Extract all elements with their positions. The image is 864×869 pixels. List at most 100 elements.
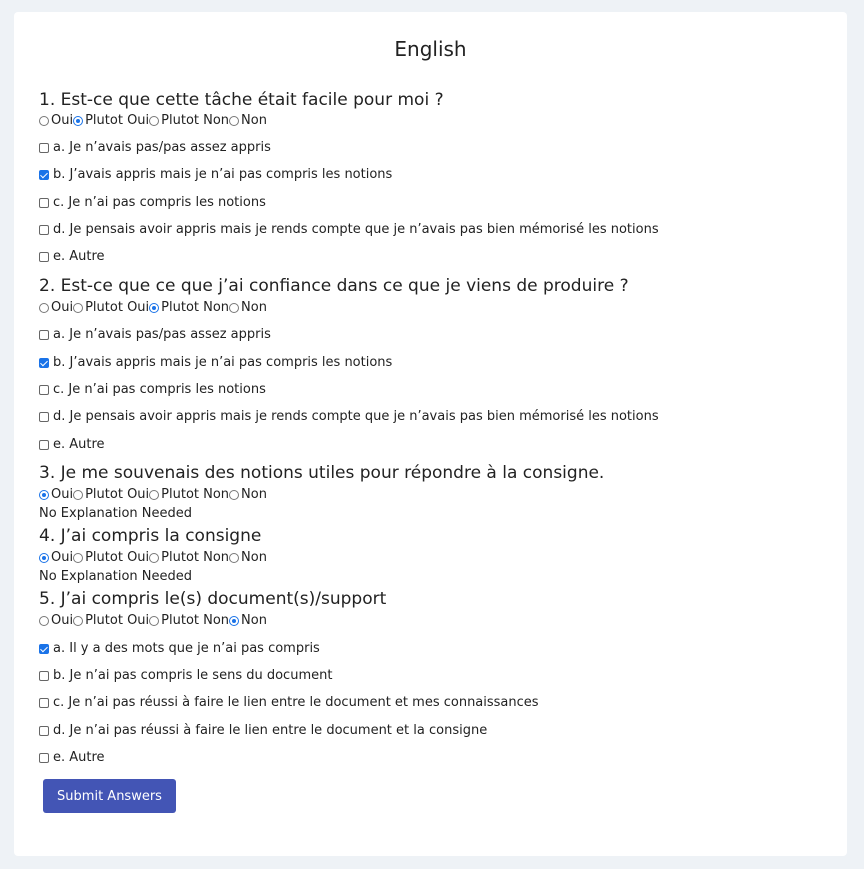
q3-radio-oui[interactable] — [39, 490, 49, 500]
q3-radio-plutot-non[interactable] — [149, 490, 160, 500]
q2-reason-b: b. J’avais appris mais je n’ai pas compr… — [39, 354, 392, 372]
q5-label-plutot-oui: Plutot Oui — [85, 613, 150, 628]
q5-reason-d-label: d. Je n’ai pas réussi à faire le lien en… — [53, 723, 488, 738]
q5-radio-non[interactable] — [229, 616, 240, 626]
q1-reason-e-label: e. Autre — [53, 249, 105, 264]
q2-reason-d: d. Je pensais avoir appris mais je rends… — [39, 408, 659, 426]
q5-checkbox-e[interactable] — [39, 753, 49, 763]
q1-reason-a-label: a. Je n’avais pas/pas assez appris — [53, 140, 271, 155]
q4-radio-non[interactable] — [229, 553, 240, 563]
question-5-options: Oui Plutot Oui Plutot Non Non — [39, 612, 267, 630]
q1-reason-c-label: c. Je n’ai pas compris les notions — [53, 195, 266, 210]
q4-explanation: No Explanation Needed — [39, 569, 193, 584]
q1-reason-b-label: b. J’avais appris mais je n’ai pas compr… — [53, 167, 393, 182]
q5-checkbox-c[interactable] — [39, 698, 49, 708]
q3-radio-plutot-oui[interactable] — [73, 490, 84, 500]
page-title: English — [394, 37, 467, 61]
q5-reason-a: a. Il y a des mots que je n’ai pas compr… — [39, 640, 320, 658]
q4-label-non: Non — [241, 550, 267, 565]
q5-reason-e: e. Autre — [39, 749, 105, 767]
q5-reason-e-label: e. Autre — [53, 750, 105, 765]
q1-reason-a: a. Je n’avais pas/pas assez appris — [39, 139, 271, 157]
q3-radio-non[interactable] — [229, 490, 240, 500]
survey-card: English 1. Est-ce que cette tâche était … — [14, 12, 847, 856]
q2-reason-d-label: d. Je pensais avoir appris mais je rends… — [53, 409, 659, 424]
q1-radio-oui[interactable] — [39, 116, 49, 126]
q4-radio-plutot-non[interactable] — [149, 553, 160, 563]
q2-radio-non[interactable] — [229, 303, 240, 313]
q3-explanation: No Explanation Needed — [39, 506, 193, 521]
q5-checkbox-a[interactable] — [39, 644, 49, 654]
question-2-options: Oui Plutot Oui Plutot Non Non — [39, 299, 267, 317]
q5-reason-d: d. Je n’ai pas réussi à faire le lien en… — [39, 722, 487, 740]
q3-label-plutot-non: Plutot Non — [161, 487, 230, 502]
q5-reason-b: b. Je n’ai pas compris le sens du docume… — [39, 667, 332, 685]
q3-label-plutot-oui: Plutot Oui — [85, 487, 150, 502]
q2-checkbox-e[interactable] — [39, 440, 49, 450]
q1-label-oui: Oui — [51, 113, 74, 128]
q2-label-oui: Oui — [51, 300, 74, 315]
q2-radio-plutot-non[interactable] — [149, 303, 160, 313]
q5-radio-plutot-oui[interactable] — [73, 616, 84, 626]
question-4-title: 4. J’ai compris la consigne — [39, 526, 262, 546]
q2-reason-e-label: e. Autre — [53, 437, 105, 452]
q2-reason-b-label: b. J’avais appris mais je n’ai pas compr… — [53, 355, 393, 370]
q1-checkbox-e[interactable] — [39, 252, 49, 262]
q1-checkbox-c[interactable] — [39, 198, 49, 208]
q1-radio-plutot-non[interactable] — [149, 116, 160, 126]
q3-label-oui: Oui — [51, 487, 74, 502]
q2-checkbox-b[interactable] — [39, 358, 49, 368]
submit-answers-button[interactable]: Submit Answers — [43, 779, 176, 813]
q2-label-plutot-non: Plutot Non — [161, 300, 230, 315]
q1-checkbox-d[interactable] — [39, 225, 49, 235]
q1-reason-d: d. Je pensais avoir appris mais je rends… — [39, 221, 659, 239]
q5-radio-plutot-non[interactable] — [149, 616, 160, 626]
question-3-title: 3. Je me souvenais des notions utiles po… — [39, 463, 605, 483]
q4-label-plutot-non: Plutot Non — [161, 550, 230, 565]
q5-checkbox-d[interactable] — [39, 726, 49, 736]
q1-radio-plutot-oui[interactable] — [73, 116, 84, 126]
q2-label-non: Non — [241, 300, 267, 315]
q2-radio-oui[interactable] — [39, 303, 49, 313]
q1-checkbox-b[interactable] — [39, 170, 49, 180]
q4-label-oui: Oui — [51, 550, 74, 565]
q2-reason-a-label: a. Je n’avais pas/pas assez appris — [53, 327, 271, 342]
q1-reason-e: e. Autre — [39, 248, 105, 266]
q1-label-non: Non — [241, 113, 267, 128]
question-1-options: Oui Plutot Oui Plutot Non Non — [39, 112, 267, 130]
question-4-options: Oui Plutot Oui Plutot Non Non — [39, 549, 267, 567]
q1-label-plutot-non: Plutot Non — [161, 113, 230, 128]
question-5-title: 5. J’ai compris le(s) document(s)/suppor… — [39, 589, 387, 609]
q1-reason-c: c. Je n’ai pas compris les notions — [39, 194, 266, 212]
q2-checkbox-d[interactable] — [39, 412, 49, 422]
q2-checkbox-a[interactable] — [39, 330, 49, 340]
q3-label-non: Non — [241, 487, 267, 502]
q5-reason-c: c. Je n’ai pas réussi à faire le lien en… — [39, 694, 539, 712]
question-3-options: Oui Plutot Oui Plutot Non Non — [39, 486, 267, 504]
question-1-title: 1. Est-ce que cette tâche était facile p… — [39, 90, 444, 110]
q5-radio-oui[interactable] — [39, 616, 49, 626]
q2-reason-e: e. Autre — [39, 436, 105, 454]
q2-checkbox-c[interactable] — [39, 385, 49, 395]
q4-label-plutot-oui: Plutot Oui — [85, 550, 150, 565]
q2-reason-a: a. Je n’avais pas/pas assez appris — [39, 326, 271, 344]
q1-checkbox-a[interactable] — [39, 143, 49, 153]
question-2-title: 2. Est-ce que ce que j’ai confiance dans… — [39, 276, 629, 296]
q2-reason-c-label: c. Je n’ai pas compris les notions — [53, 382, 266, 397]
q5-reason-a-label: a. Il y a des mots que je n’ai pas compr… — [53, 641, 320, 656]
q1-radio-non[interactable] — [229, 116, 240, 126]
q5-label-non: Non — [241, 613, 267, 628]
q5-label-oui: Oui — [51, 613, 74, 628]
q1-label-plutot-oui: Plutot Oui — [85, 113, 150, 128]
q2-radio-plutot-oui[interactable] — [73, 303, 84, 313]
q5-checkbox-b[interactable] — [39, 671, 49, 681]
q2-label-plutot-oui: Plutot Oui — [85, 300, 150, 315]
q1-reason-d-label: d. Je pensais avoir appris mais je rends… — [53, 222, 659, 237]
q2-reason-c: c. Je n’ai pas compris les notions — [39, 381, 266, 399]
q5-reason-b-label: b. Je n’ai pas compris le sens du docume… — [53, 668, 333, 683]
q4-radio-plutot-oui[interactable] — [73, 553, 84, 563]
q5-label-plutot-non: Plutot Non — [161, 613, 230, 628]
q5-reason-c-label: c. Je n’ai pas réussi à faire le lien en… — [53, 695, 539, 710]
q4-radio-oui[interactable] — [39, 553, 49, 563]
q1-reason-b: b. J’avais appris mais je n’ai pas compr… — [39, 166, 392, 184]
